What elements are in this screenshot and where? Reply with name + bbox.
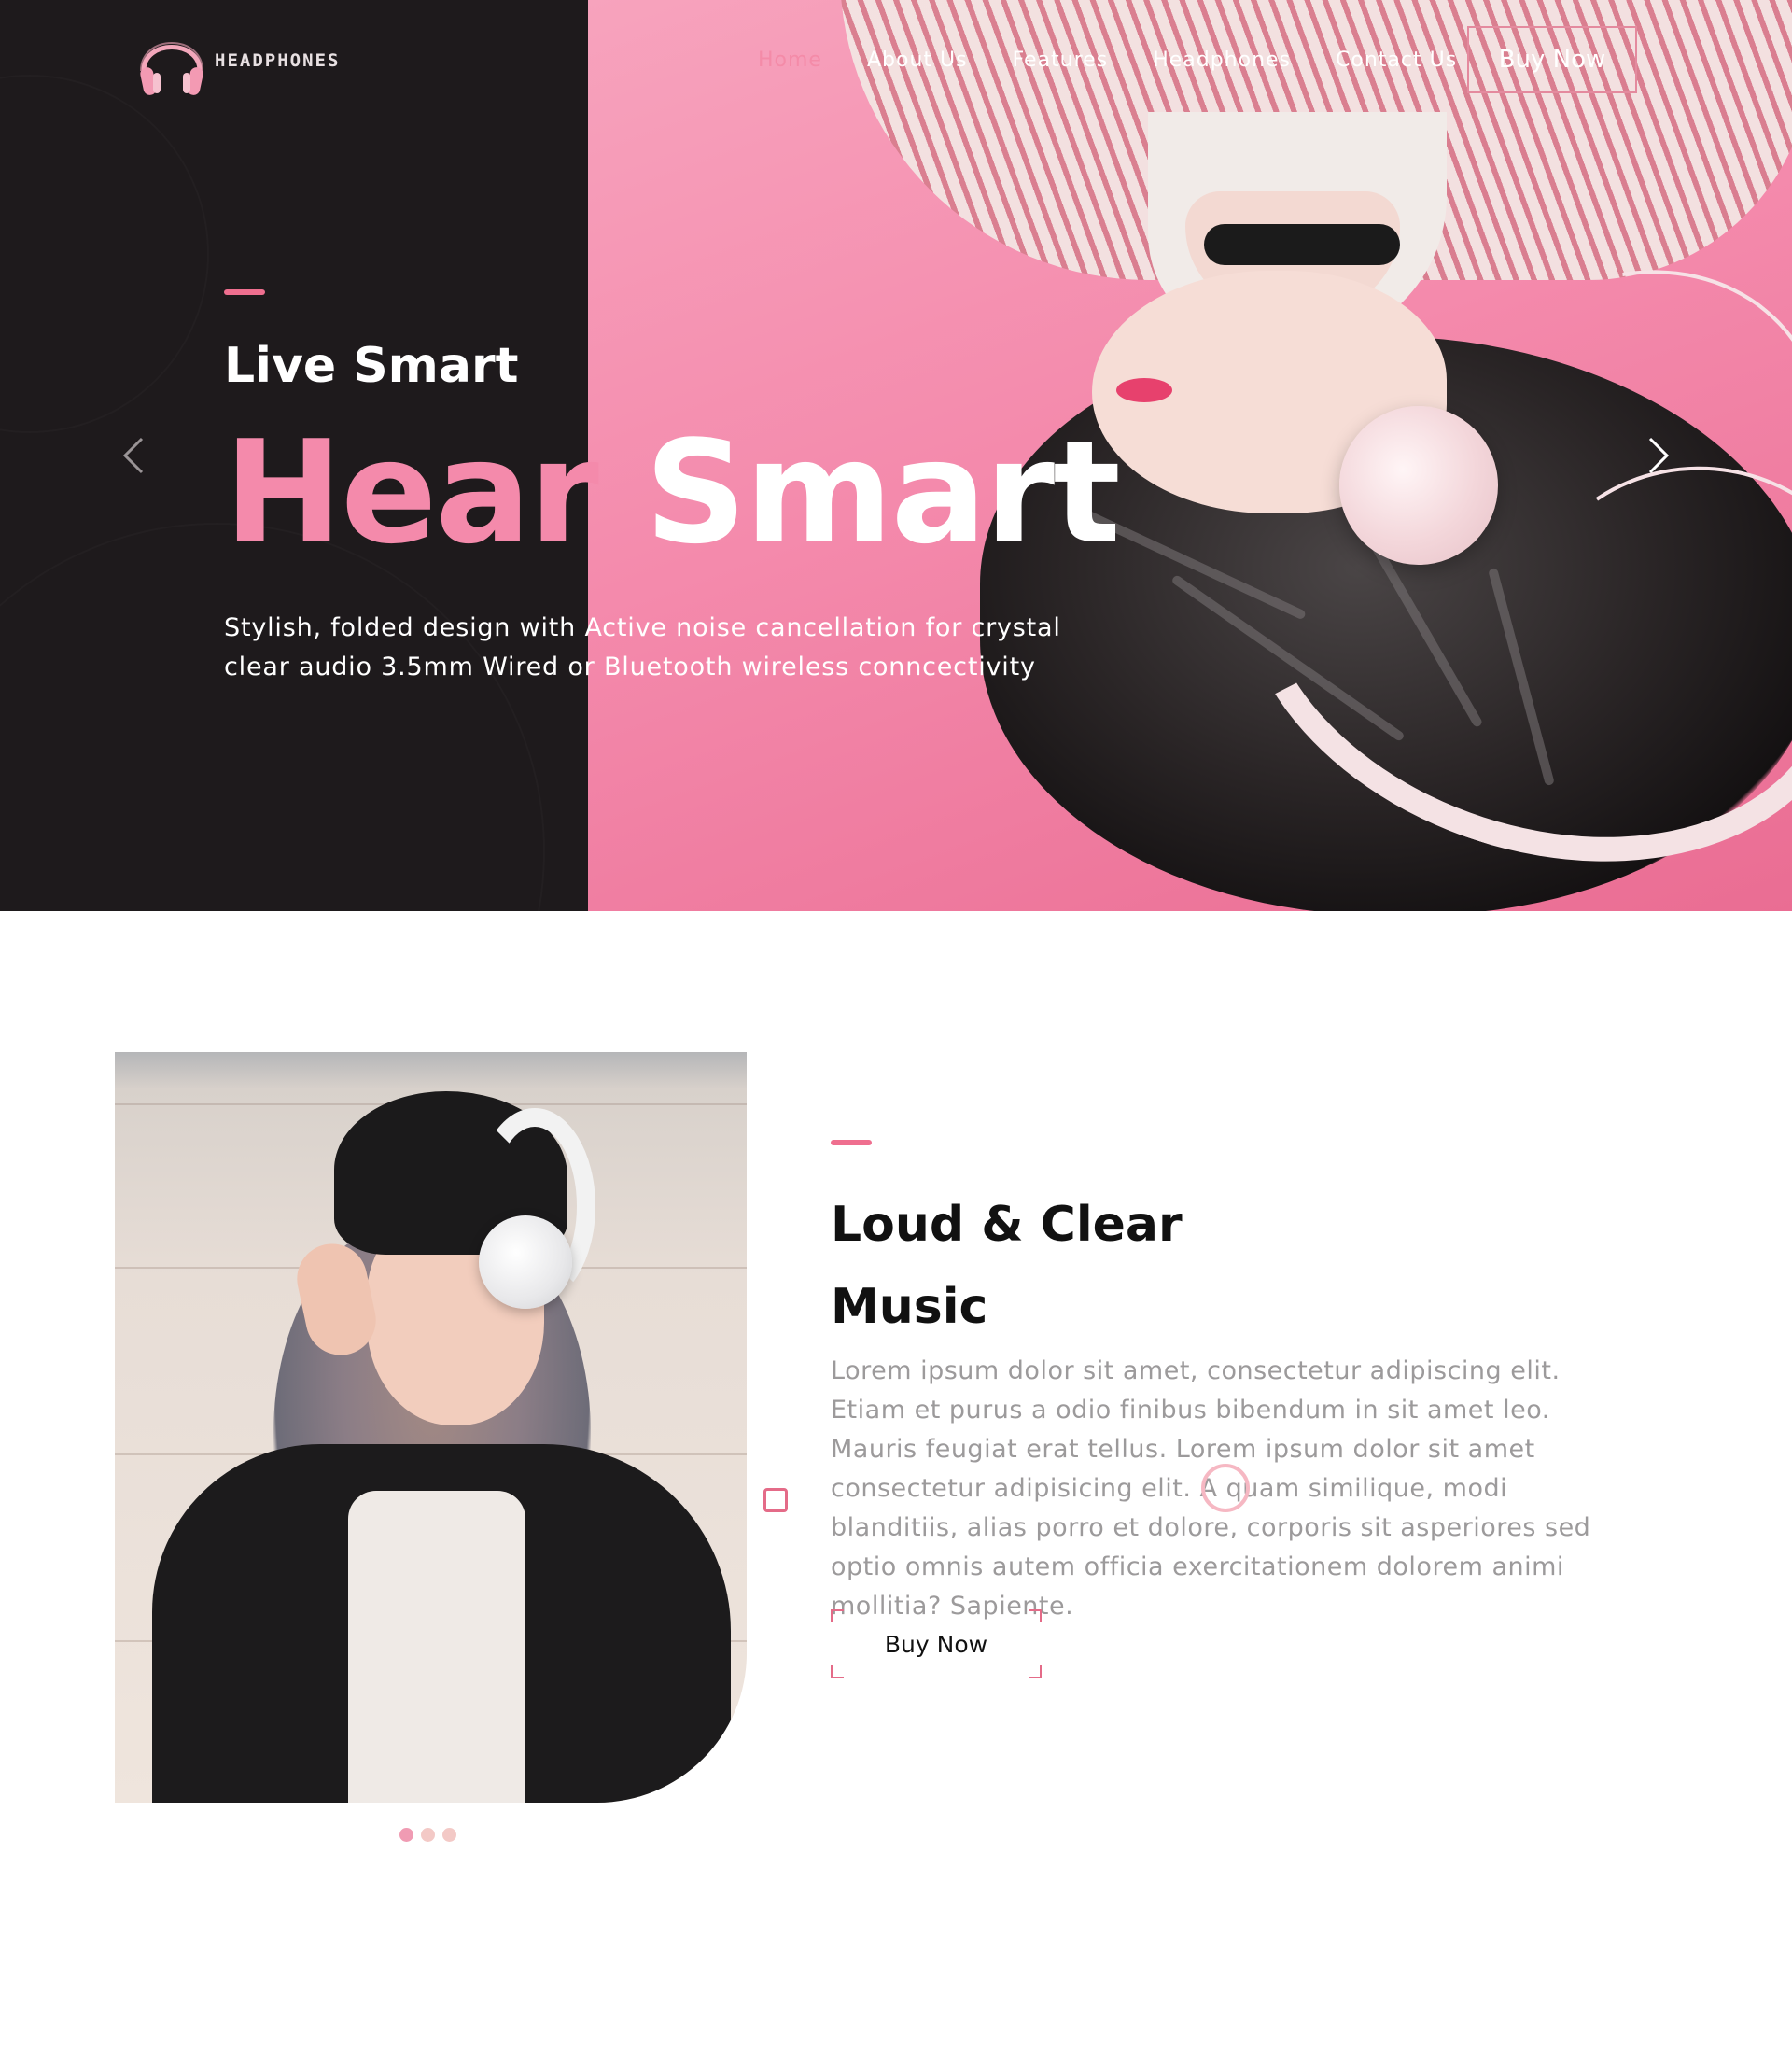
- slider-dot[interactable]: [442, 1828, 456, 1842]
- brand-name: HEADPHONES: [215, 50, 341, 71]
- nav-item-home[interactable]: Home: [758, 49, 822, 72]
- hero-description: Stylish, folded design with Active noise…: [224, 613, 1061, 681]
- hero-section: HEADPHONES Home About Us Features Headph…: [0, 0, 1792, 911]
- main-nav: Home About Us Features Headphones Contac…: [758, 49, 1502, 72]
- hero-title: Hear Smart: [224, 422, 1121, 564]
- decorative-square: [763, 1488, 788, 1512]
- chevron-right-icon: [1637, 435, 1678, 476]
- chevron-left-icon: [114, 435, 155, 476]
- about-title: Loud & Clear Music: [831, 1184, 1484, 1348]
- nav-buy-now-button[interactable]: Buy Now: [1467, 26, 1637, 93]
- about-buy-now-button[interactable]: Buy Now: [831, 1609, 1042, 1678]
- hero-accent-dash: [224, 289, 265, 295]
- nav-item-contact-us[interactable]: Contact Us: [1336, 49, 1457, 72]
- hero-title-part2: Smart: [644, 410, 1121, 575]
- about-title-line1: Loud & Clear: [831, 1197, 1183, 1253]
- nav-item-features[interactable]: Features: [1013, 49, 1109, 72]
- image-slider-dots: [399, 1828, 456, 1842]
- slider-dot[interactable]: [399, 1828, 413, 1842]
- hero-subtitle: Live Smart: [224, 338, 519, 394]
- slider-dot[interactable]: [421, 1828, 435, 1842]
- decorative-ring: [1201, 1464, 1250, 1512]
- nav-item-headphones[interactable]: Headphones: [1153, 49, 1291, 72]
- hero-title-part1: Hear: [224, 410, 599, 575]
- headphones-icon: [134, 22, 209, 99]
- about-image: [115, 1052, 747, 1803]
- about-title-line2: Music: [831, 1279, 988, 1335]
- about-buy-now-label: Buy Now: [884, 1630, 988, 1658]
- about-accent-dash: [831, 1140, 872, 1145]
- nav-item-about-us[interactable]: About Us: [867, 49, 968, 72]
- slider-next-button[interactable]: [1637, 435, 1678, 476]
- slider-prev-button[interactable]: [114, 435, 155, 476]
- logo[interactable]: HEADPHONES: [134, 22, 340, 99]
